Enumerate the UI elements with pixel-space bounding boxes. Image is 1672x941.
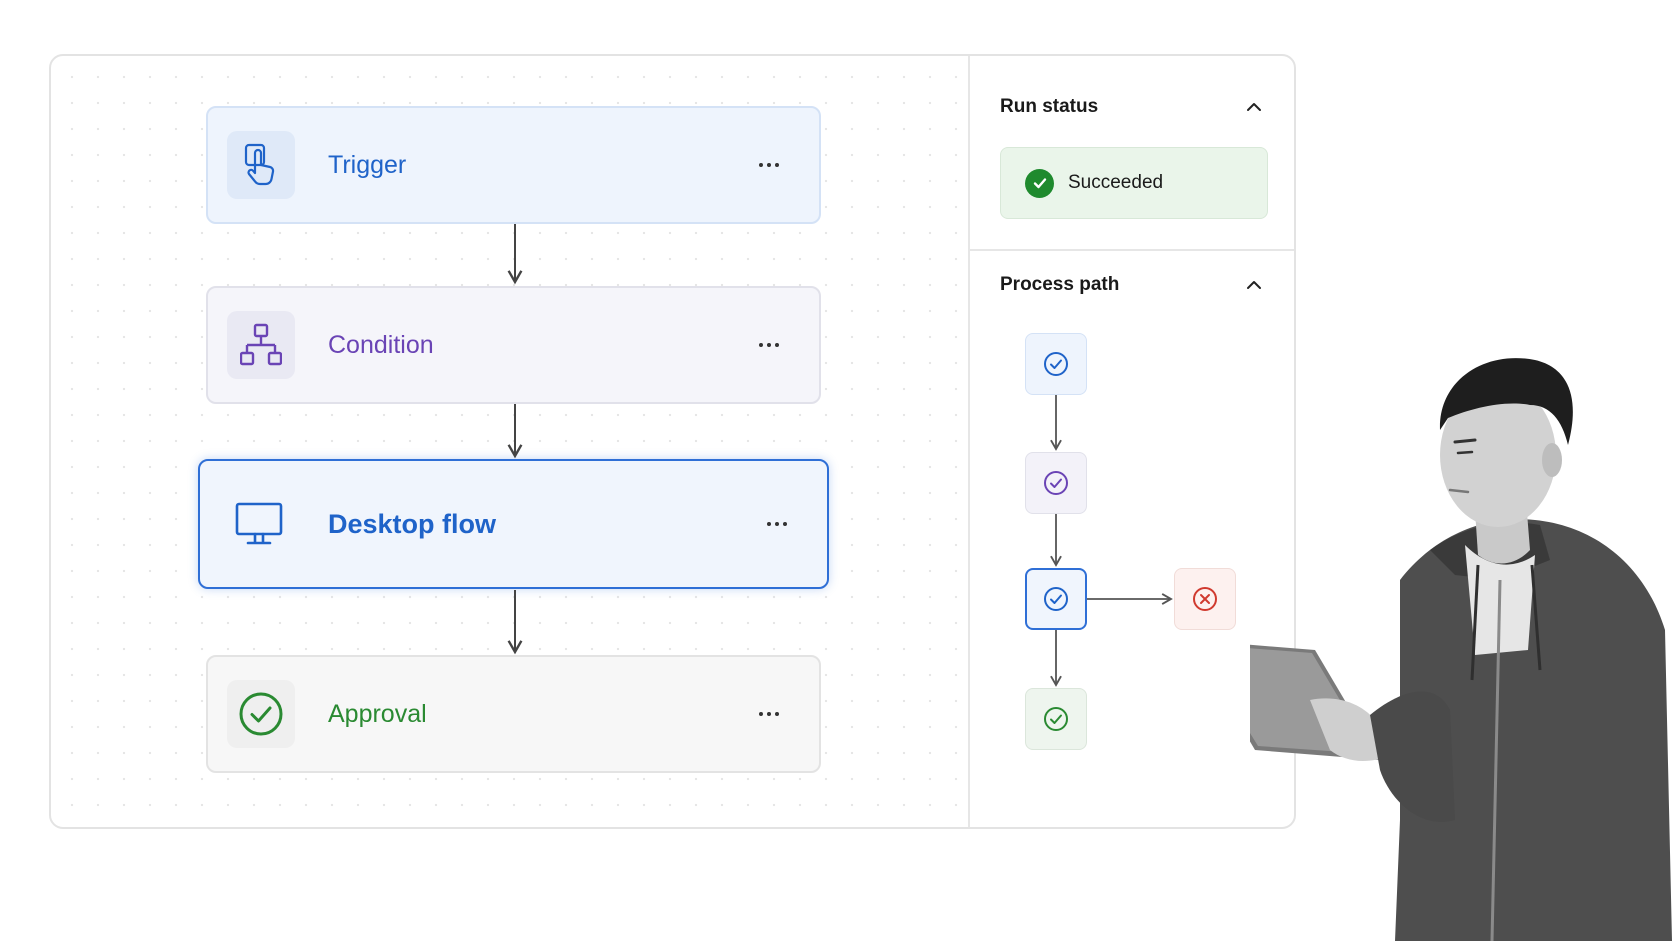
process-step-trigger[interactable] [1025, 333, 1087, 395]
flow-connectors [507, 224, 523, 655]
process-step-approval[interactable] [1025, 688, 1087, 750]
check-circle-icon [1044, 587, 1068, 611]
check-circle-icon [1044, 707, 1068, 731]
check-circle-icon [1044, 471, 1068, 495]
process-step-condition[interactable] [1025, 452, 1087, 514]
flow-canvas: Trigger Condition Desktop flow Approval [51, 56, 968, 827]
flow-designer-card: Trigger Condition Desktop flow Approval … [49, 54, 1296, 829]
process-step-error[interactable] [1174, 568, 1236, 630]
person-with-tablet-image [1250, 358, 1672, 941]
error-circle-icon [1193, 587, 1217, 611]
check-circle-icon [1044, 352, 1068, 376]
side-panel: Run status Succeeded Process path [970, 56, 1294, 827]
process-path-connectors [1050, 395, 1173, 687]
process-step-desktop-flow[interactable] [1025, 568, 1087, 630]
